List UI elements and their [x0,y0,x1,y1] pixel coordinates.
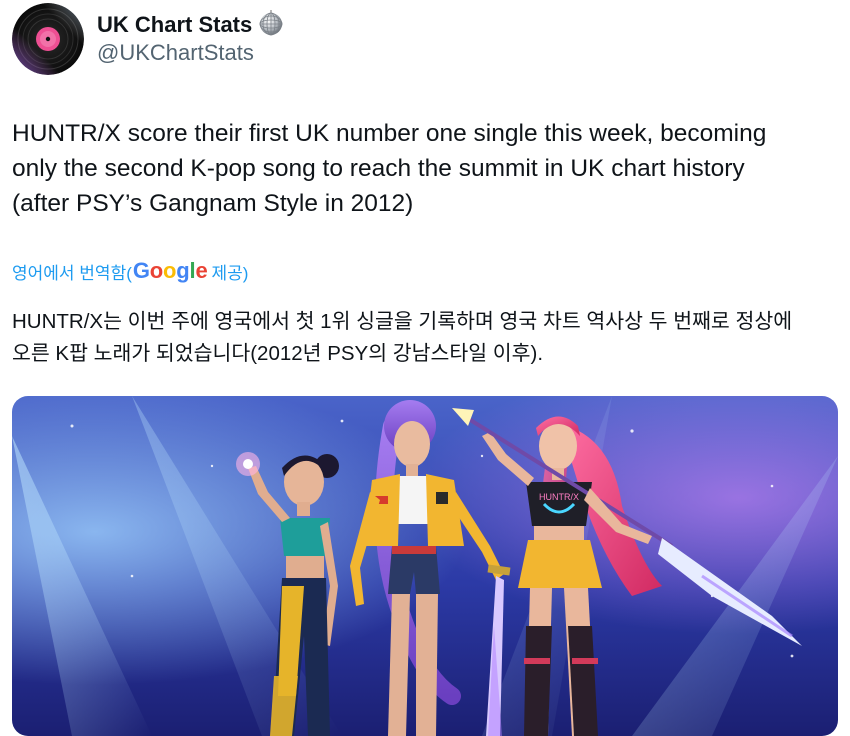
tweet-text-line: only the second K-pop song to reach the … [12,155,745,182]
google-logo-letter: g [176,258,190,283]
t-shirt-graphic: HUNTR/X [539,492,579,502]
tweet-media-image[interactable]: HUNTR/X [12,396,838,736]
google-logo-letter: o [149,258,164,283]
google-logo: Google [133,258,208,284]
google-logo-letter: G [132,258,150,283]
author-name-row: UK Chart Stats [97,9,284,41]
display-name[interactable]: UK Chart Stats [97,12,252,38]
disco-ball-icon [258,9,284,41]
vinyl-record-icon [12,3,84,75]
translation-prefix: 영어에서 번역함( [12,263,132,283]
tweet-text: HUNTR/X score their first UK number one … [12,116,838,221]
translated-text-line: HUNTR/X는 이번 주에 영국에서 첫 1위 싱글을 기록하며 영국 차트 … [12,310,793,333]
translated-by-google-link[interactable]: 영어에서 번역함( Google 제공) [12,254,248,288]
google-logo-letter: o [163,258,177,283]
author-handle[interactable]: @UKChartStats [97,40,254,66]
tweet-text-line: (after PSY’s Gangnam Style in 2012) [12,190,414,217]
translated-text: HUNTR/X는 이번 주에 영국에서 첫 1위 싱글을 기록하며 영국 차트 … [12,306,838,370]
tweet-text-line: HUNTR/X score their first UK number one … [12,120,767,147]
avatar[interactable] [12,3,84,75]
google-logo-letter: e [195,258,208,283]
translated-text-line: 오른 K팝 노래가 되었습니다(2012년 PSY의 강남스타일 이후). [12,342,544,365]
animated-group-illustration: HUNTR/X [12,396,838,736]
translation-suffix: 제공) [211,263,249,283]
